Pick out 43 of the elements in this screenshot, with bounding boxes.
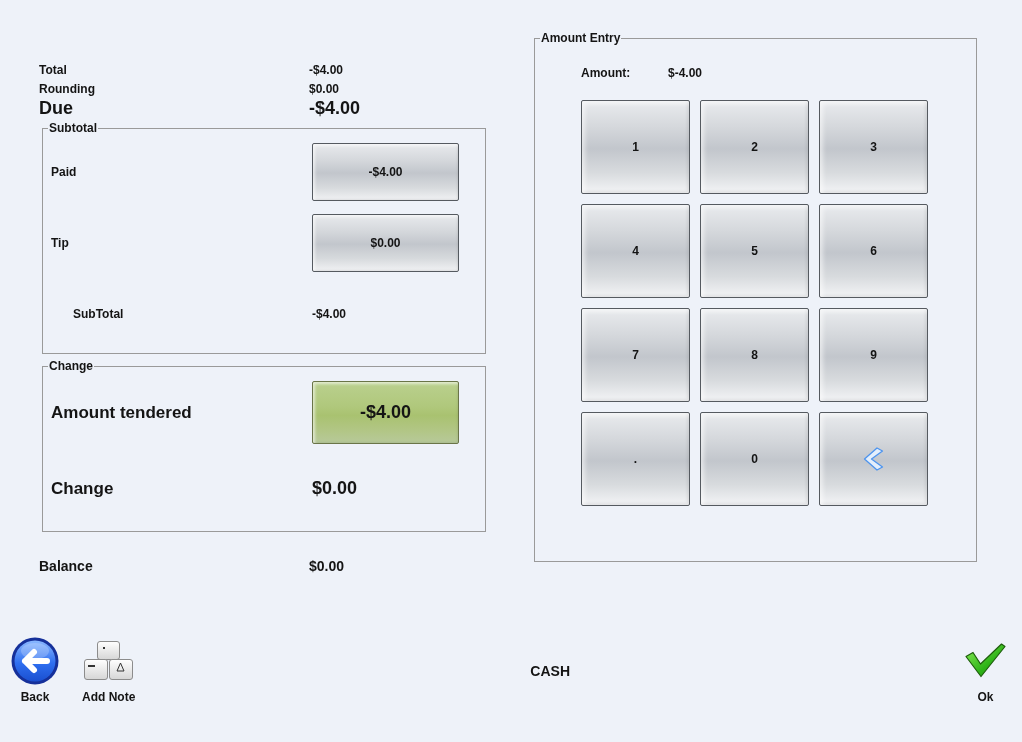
row-label: Amount tendered: [51, 402, 192, 423]
panel-title: Change: [48, 359, 94, 373]
keypad-key[interactable]: 5: [700, 204, 809, 298]
keypad-key[interactable]: 6: [819, 204, 928, 298]
amount-value: $-4.00: [668, 66, 703, 80]
summary-amount: -$4.00: [309, 98, 361, 119]
row-amount: -$4.00: [312, 307, 347, 321]
checkmark-icon: [965, 643, 1006, 678]
amount-button[interactable]: -$4.00: [312, 381, 459, 444]
keyboard-keys-icon: [84, 641, 134, 680]
back-arrow-icon: [11, 637, 59, 685]
keypad-key[interactable]: 2: [700, 100, 809, 194]
back-button[interactable]: Back: [11, 637, 59, 704]
keypad-key[interactable]: 4: [581, 204, 690, 298]
summary-amount: -$4.00: [309, 62, 344, 77]
keypad-key[interactable]: 0: [700, 412, 809, 506]
row-label: Tip: [51, 236, 69, 250]
keypad-key[interactable]: 1: [581, 100, 690, 194]
keypad-key[interactable]: 3: [819, 100, 928, 194]
summary-label: Rounding: [39, 81, 95, 96]
panel-title: Subtotal: [48, 121, 98, 135]
summary-amount: $0.00: [309, 81, 340, 96]
balance-amount: $0.00: [309, 558, 345, 574]
chevron-left-icon: [863, 447, 884, 471]
add-note-button[interactable]: Add Note: [82, 637, 136, 704]
row-label: Paid: [51, 165, 77, 179]
backspace-key[interactable]: [819, 412, 928, 506]
amount-label: Amount:: [581, 66, 632, 80]
summary-label: Total: [39, 62, 67, 77]
amount-button[interactable]: $0.00: [312, 214, 459, 272]
keypad-key[interactable]: .: [581, 412, 690, 506]
row-amount: $0.00: [312, 478, 358, 499]
ok-button[interactable]: Ok: [965, 637, 1006, 704]
amount-button[interactable]: -$4.00: [312, 143, 459, 201]
row-label: Change: [51, 478, 114, 499]
balance-label: Balance: [39, 558, 93, 574]
summary-label: Due: [39, 98, 73, 119]
row-label: SubTotal: [73, 307, 124, 321]
keypad-key[interactable]: 9: [819, 308, 928, 402]
keypad-key[interactable]: 8: [700, 308, 809, 402]
tender-type-label: CASH: [530, 664, 570, 678]
panel-title: Amount Entry: [540, 31, 622, 45]
keypad-key[interactable]: 7: [581, 308, 690, 402]
